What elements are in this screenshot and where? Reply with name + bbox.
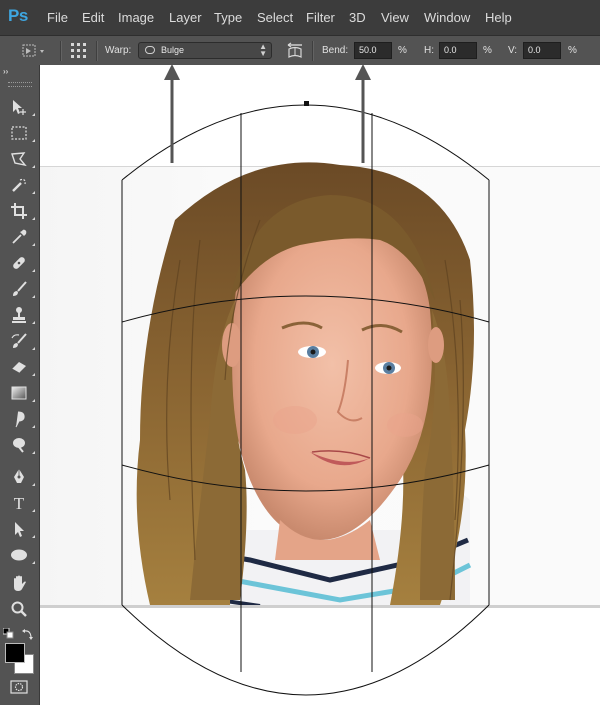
photo-subject [136, 162, 474, 605]
warp-control-handle[interactable] [304, 101, 309, 106]
warp-overlay [121, 64, 490, 696]
